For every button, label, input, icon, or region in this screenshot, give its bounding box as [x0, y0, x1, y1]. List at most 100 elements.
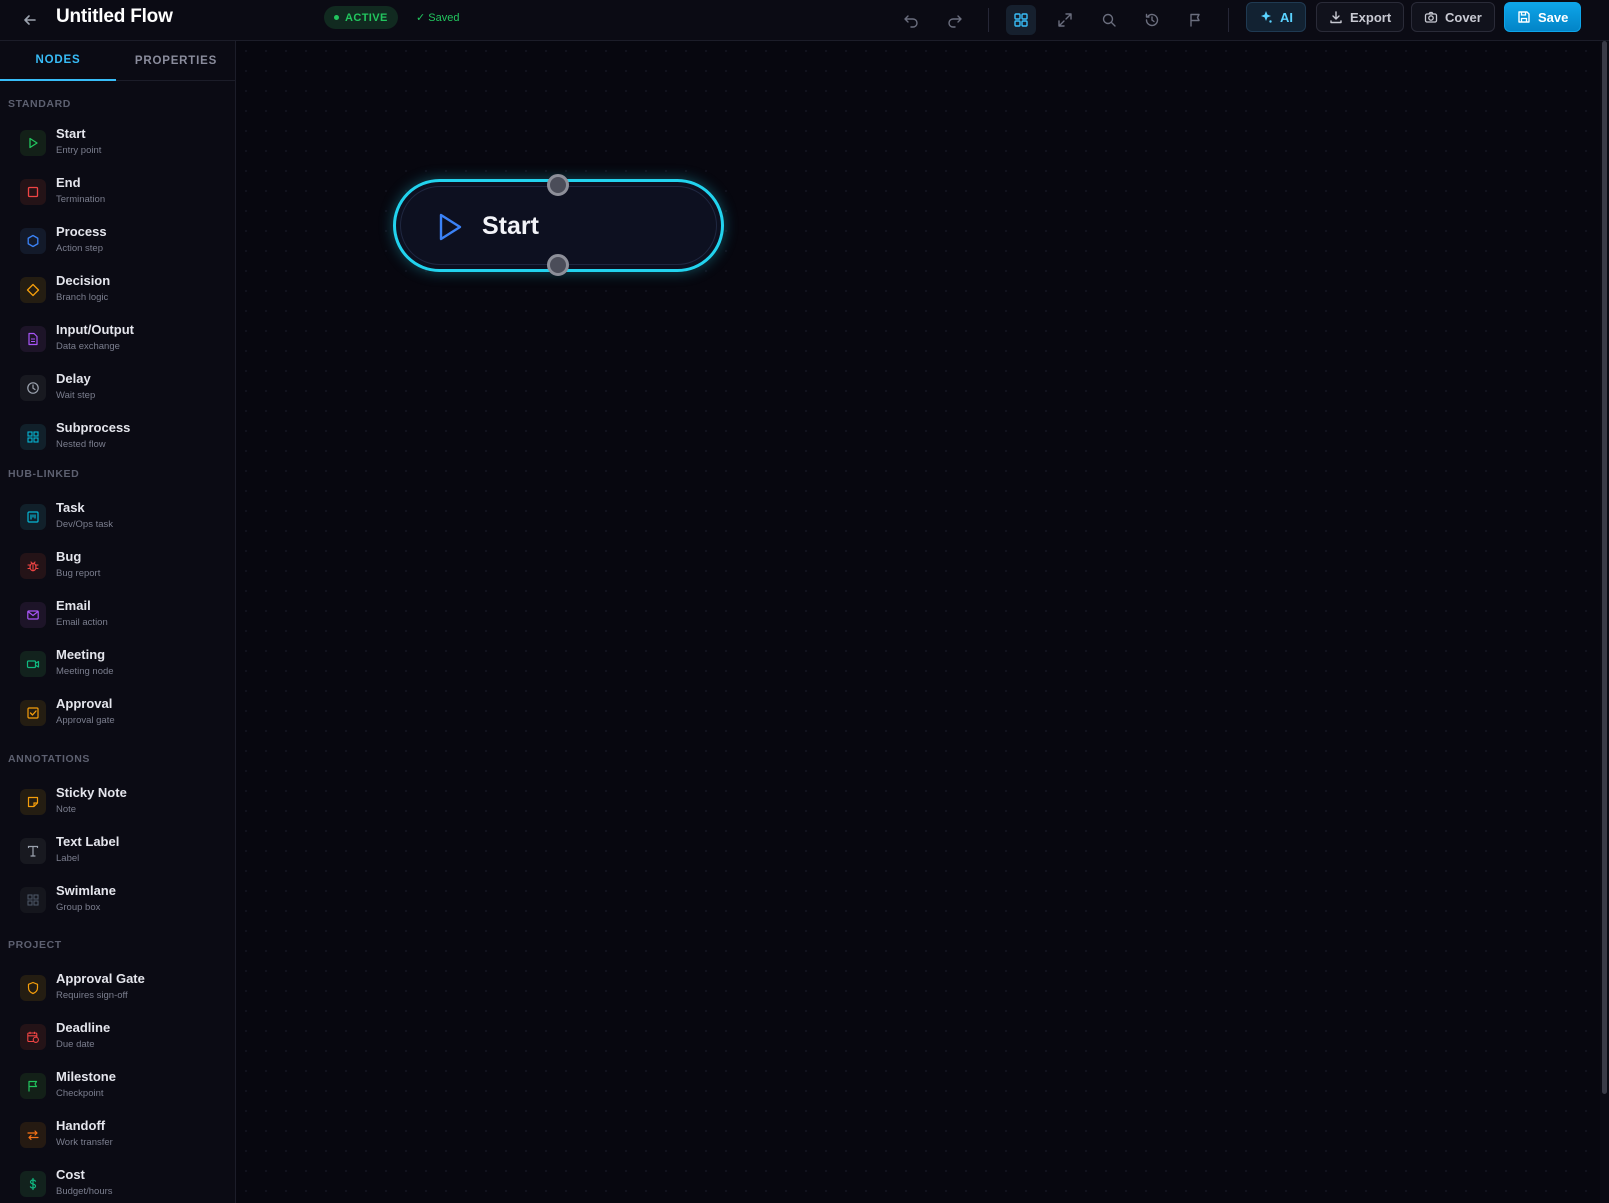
- node-name: Sticky Note: [56, 785, 127, 800]
- tab-nodes[interactable]: NODES: [0, 41, 116, 81]
- download-icon: [1330, 11, 1342, 24]
- flag-icon[interactable]: [1181, 5, 1211, 35]
- grid-icon: [20, 887, 46, 913]
- type-icon: [20, 838, 46, 864]
- kanban-icon: [20, 504, 46, 530]
- node-name: Bug: [56, 549, 82, 564]
- palette-node-approval-gate[interactable]: Approval Gate Requires sign-off: [0, 963, 235, 1012]
- node-desc: Action step: [56, 243, 103, 254]
- node-desc: Due date: [56, 1039, 95, 1050]
- node-name: End: [56, 175, 81, 190]
- section-title-project: PROJECT: [8, 939, 62, 951]
- palette-node-deadline[interactable]: Deadline Due date: [0, 1012, 235, 1061]
- node-name: Decision: [56, 273, 111, 288]
- node-name: Approval Gate: [56, 971, 145, 986]
- node-name: Start: [56, 126, 86, 141]
- grid-view-icon[interactable]: [1006, 5, 1036, 35]
- node-desc: Note: [56, 804, 77, 815]
- ai-button[interactable]: AI: [1246, 2, 1306, 32]
- export-button[interactable]: Export: [1316, 2, 1405, 32]
- save-button-label: Save: [1538, 9, 1569, 25]
- node-desc: Bug report: [56, 568, 101, 579]
- clock-icon: [20, 375, 46, 401]
- flow-title[interactable]: Untitled Flow: [56, 6, 173, 28]
- palette-node-end[interactable]: End Termination: [0, 167, 235, 216]
- diamond-icon: [20, 277, 46, 303]
- status-text: ACTIVE: [345, 11, 388, 24]
- back-arrow-icon[interactable]: [18, 8, 42, 32]
- camera-icon: [1424, 11, 1438, 23]
- node-desc: Wait step: [56, 390, 96, 401]
- palette-node-subprocess[interactable]: Subprocess Nested flow: [0, 412, 235, 461]
- history-icon[interactable]: [1137, 5, 1167, 35]
- node-desc: Email action: [56, 617, 108, 628]
- node-desc: Dev/Ops task: [56, 519, 114, 530]
- calendar-clock-icon: [20, 1024, 46, 1050]
- node-desc: Label: [56, 853, 80, 864]
- palette-node-delay[interactable]: Delay Wait step: [0, 363, 235, 412]
- toolbar-divider: [1228, 8, 1229, 32]
- node-desc: Budget/hours: [56, 1186, 113, 1197]
- sparkle-icon: [1261, 11, 1272, 23]
- node-name: Milestone: [56, 1069, 116, 1084]
- palette-node-input-output[interactable]: Input/Output Data exchange: [0, 314, 235, 363]
- export-button-label: Export: [1350, 9, 1392, 25]
- toolbar-divider: [988, 8, 989, 32]
- node-name: Delay: [56, 371, 91, 386]
- node-name: Cost: [56, 1167, 85, 1182]
- palette-node-task[interactable]: Task Dev/Ops task: [0, 492, 235, 541]
- top-bar: Untitled Flow ACTIVE ✓ Saved AI Export C…: [0, 0, 1609, 41]
- dollar-icon: [20, 1171, 46, 1197]
- file-icon: [20, 326, 46, 352]
- node-desc: Nested flow: [56, 439, 106, 450]
- node-name: Input/Output: [56, 322, 134, 337]
- node-desc: Work transfer: [56, 1137, 113, 1148]
- node-desc: Branch logic: [56, 292, 109, 303]
- canvas-scrollbar[interactable]: [1600, 41, 1609, 1203]
- palette-node-milestone[interactable]: Milestone Checkpoint: [0, 1061, 235, 1110]
- palette-node-swimlane[interactable]: Swimlane Group box: [0, 875, 235, 924]
- palette-node-meeting[interactable]: Meeting Meeting node: [0, 639, 235, 688]
- grid-icon: [20, 424, 46, 450]
- palette-node-process[interactable]: Process Action step: [0, 216, 235, 265]
- palette-node-bug[interactable]: Bug Bug report: [0, 541, 235, 590]
- search-icon[interactable]: [1094, 5, 1124, 35]
- project-node-list: Approval Gate Requires sign-off Deadline…: [0, 963, 235, 1203]
- palette-node-text-label[interactable]: Text Label Label: [0, 826, 235, 875]
- redo-icon[interactable]: [940, 5, 970, 35]
- fit-view-icon[interactable]: [1050, 5, 1080, 35]
- palette-node-handoff[interactable]: Handoff Work transfer: [0, 1110, 235, 1159]
- palette-node-approval[interactable]: Approval Approval gate: [0, 688, 235, 737]
- palette-node-sticky-note[interactable]: Sticky Note Note: [0, 777, 235, 826]
- floppy-icon: [1518, 11, 1530, 23]
- undo-icon[interactable]: [896, 5, 926, 35]
- cover-button[interactable]: Cover: [1411, 2, 1495, 32]
- section-title-hub-linked: HUB-LINKED: [8, 468, 80, 480]
- connection-handle-top[interactable]: [547, 174, 569, 196]
- shield-icon: [20, 975, 46, 1001]
- standard-node-list: Start Entry point End Termination Proces…: [0, 118, 235, 461]
- play-icon: [20, 130, 46, 156]
- node-desc: Requires sign-off: [56, 990, 128, 1001]
- save-button[interactable]: Save: [1504, 2, 1582, 32]
- node-desc: Termination: [56, 194, 106, 205]
- node-desc: Group box: [56, 902, 101, 913]
- node-name: Meeting: [56, 647, 106, 662]
- connection-handle-bottom[interactable]: [547, 254, 569, 276]
- sidebar-tabs: NODES PROPERTIES: [0, 41, 235, 81]
- status-dot-icon: [334, 15, 339, 20]
- palette-node-email[interactable]: Email Email action: [0, 590, 235, 639]
- scrollbar-thumb[interactable]: [1602, 41, 1607, 1094]
- hub-linked-node-list: Task Dev/Ops task Bug Bug report Email E…: [0, 492, 235, 737]
- tab-properties[interactable]: PROPERTIES: [116, 41, 235, 81]
- palette-node-cost[interactable]: Cost Budget/hours: [0, 1159, 235, 1203]
- node-name: Deadline: [56, 1020, 111, 1035]
- status-badge: ACTIVE: [324, 6, 398, 29]
- palette-node-decision[interactable]: Decision Branch logic: [0, 265, 235, 314]
- hexagon-icon: [20, 228, 46, 254]
- node-desc: Data exchange: [56, 341, 120, 352]
- node-name: Subprocess: [56, 420, 131, 435]
- node-name: Email: [56, 598, 91, 613]
- palette-node-start[interactable]: Start Entry point: [0, 118, 235, 167]
- node-desc: Checkpoint: [56, 1088, 104, 1099]
